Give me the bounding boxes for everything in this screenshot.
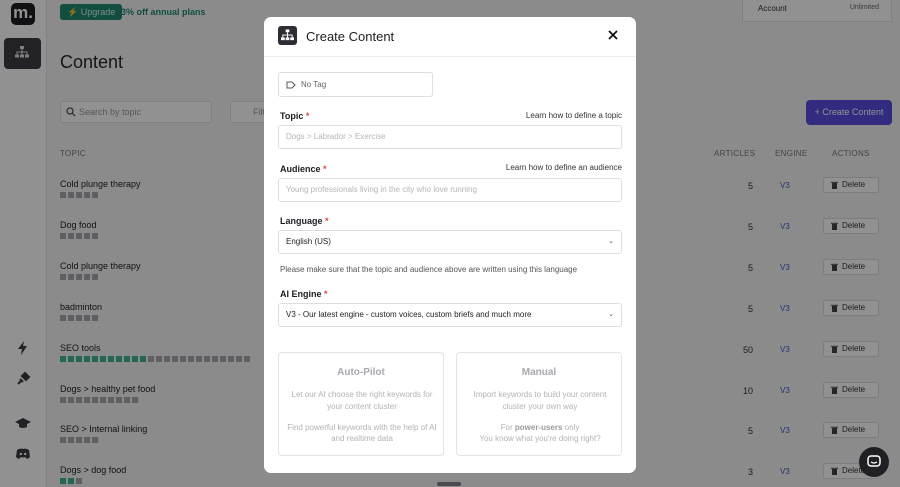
modal-header: Create Content [264,17,636,57]
card-description: Let our AI choose the right keywords for… [291,390,433,411]
audience-input[interactable]: Young professionals living in the city w… [278,178,622,202]
manual-card[interactable]: Manual Import keywords to build your con… [456,352,622,456]
tag-icon [286,81,296,89]
close-icon[interactable] [606,28,620,42]
topic-label: Topic * [280,111,309,121]
audience-label-text: Audience [280,164,321,174]
engine-value: V3 - Our latest engine - custom voices, … [286,310,532,319]
required-marker: * [324,289,328,299]
topic-label-text: Topic [280,111,304,121]
modal-icon [278,26,297,45]
card-note: For power-users only You know what you'r… [465,422,615,444]
engine-select[interactable]: V3 - Our latest engine - custom voices, … [278,303,622,327]
chevron-down-icon: ⌄ [608,311,614,318]
note-emphasis: power-users [514,423,563,432]
note-line-2: You know what you're doing right? [479,434,601,443]
create-content-modal: Create Content No Tag Topic * Learn how … [264,17,636,473]
engine-label-text: AI Engine [280,289,322,299]
language-value: English (US) [286,237,331,246]
auto-pilot-card[interactable]: Auto-Pilot Let our AI choose the right k… [278,352,444,456]
card-title: Manual [521,367,557,378]
chat-button[interactable] [859,447,889,477]
chevron-down-icon: ⌄ [608,238,614,245]
required-marker: * [325,216,329,226]
required-marker: * [323,164,327,174]
language-note: Please make sure that the topic and audi… [280,265,578,274]
topic-placeholder: Dogs > Labrador > Exercise [286,132,386,141]
audience-placeholder: Young professionals living in the city w… [286,185,477,194]
topic-input[interactable]: Dogs > Labrador > Exercise [278,125,622,149]
chat-icon [867,455,881,467]
language-label: Language * [280,216,329,226]
tag-select[interactable]: No Tag [278,72,433,97]
card-description: Import keywords to build your content cl… [473,390,607,411]
required-marker: * [305,111,310,121]
scroll-handle[interactable] [437,482,461,486]
engine-label: AI Engine * [280,289,328,299]
tag-placeholder: No Tag [301,80,327,89]
note-suffix: only [562,423,580,432]
topic-help-link[interactable]: Learn how to define a topic [526,111,622,120]
audience-label: Audience * [280,164,327,174]
language-label-text: Language [280,216,323,226]
note-prefix: For [500,423,515,432]
audience-help-link[interactable]: Learn how to define an audience [506,163,622,172]
card-title: Auto-Pilot [337,367,385,378]
sitemap-icon [281,29,294,41]
language-select[interactable]: English (US) ⌄ [278,230,622,254]
modal-title: Create Content [306,29,395,44]
card-note: Find powerful keywords with the help of … [287,423,437,443]
